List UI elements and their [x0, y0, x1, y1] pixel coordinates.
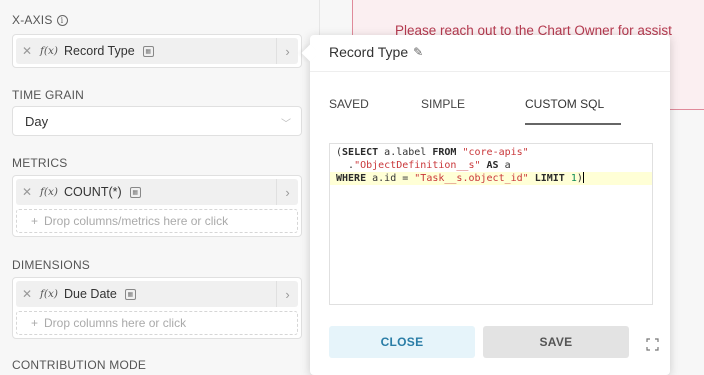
contribution-mode-label: CONTRIBUTION MODE — [12, 358, 147, 372]
function-icon: f(x) — [40, 186, 59, 198]
sql-keyword: AS — [486, 160, 499, 171]
save-button[interactable]: SAVE — [483, 326, 629, 358]
xaxis-label: X-AXIS i — [12, 13, 68, 27]
sql-line-2: ."ObjectDefinition__s" AS a — [330, 159, 652, 172]
sql-token: a.label — [378, 147, 433, 158]
sql-line-1: (SELECT a.label FROM "core-apis" — [330, 146, 652, 159]
chevron-down-icon: ﹀ — [281, 119, 291, 130]
tab-saved[interactable]: SAVED — [329, 97, 421, 125]
popover-title[interactable]: Record Type ✎ — [329, 44, 423, 60]
sql-keyword: SELECT — [342, 147, 379, 158]
column-type-icon: ▦ — [129, 186, 141, 198]
popover-tabs: SAVED SIMPLE CUSTOM SQL — [329, 97, 621, 125]
xaxis-label-text: X-AXIS — [12, 13, 53, 27]
column-edit-popover: Record Type ✎ SAVED SIMPLE CUSTOM SQL (S… — [310, 35, 670, 375]
sql-token: . — [336, 160, 355, 171]
sql-string: "core-apis" — [462, 147, 529, 158]
dimensions-drop-hint: Drop columns here or click — [44, 316, 187, 330]
tab-custom-sql[interactable]: CUSTOM SQL — [525, 97, 621, 125]
plus-icon: + — [31, 214, 39, 228]
time-grain-select[interactable]: Day ﹀ — [12, 106, 302, 136]
xaxis-item[interactable]: ✕ f(x) Record Type ▦ › — [16, 38, 298, 64]
chevron-right-icon[interactable]: › — [276, 281, 298, 307]
time-grain-label: TIME GRAIN — [12, 88, 85, 102]
metrics-drop-hint: Drop columns/metrics here or click — [44, 214, 229, 228]
text-cursor — [582, 172, 584, 183]
dimensions-label: DIMENSIONS — [12, 258, 91, 272]
close-icon[interactable]: ✕ — [16, 44, 38, 58]
metrics-control: ✕ f(x) COUNT(*) ▦ › + Drop columns/metri… — [12, 175, 302, 237]
control-panel: X-AXIS i ✕ f(x) Record Type ▦ › TIME GRAI… — [0, 0, 320, 375]
sql-token: a — [498, 160, 511, 171]
sql-keyword: FROM — [432, 147, 457, 158]
column-type-icon: ▦ — [142, 45, 154, 57]
pencil-icon[interactable]: ✎ — [413, 45, 423, 59]
sql-string: "ObjectDefinition__s" — [354, 160, 481, 171]
divider — [310, 71, 670, 72]
dimension-item[interactable]: ✕ f(x) Due Date ▦ › — [16, 281, 298, 307]
metrics-drop-zone[interactable]: + Drop columns/metrics here or click — [16, 209, 298, 233]
close-icon[interactable]: ✕ — [16, 287, 38, 301]
sql-line-3: WHERE a.id = "Task__s.object_id" LIMIT 1… — [330, 172, 652, 185]
column-type-icon: ▦ — [124, 288, 136, 300]
plus-icon: + — [31, 316, 39, 330]
sql-string: "Task__s.object_id" — [414, 173, 529, 184]
sql-keyword: WHERE — [336, 173, 367, 184]
xaxis-control: ✕ f(x) Record Type ▦ › — [12, 34, 302, 68]
sql-keyword: LIMIT — [534, 173, 565, 184]
info-icon[interactable]: i — [56, 15, 68, 27]
expand-icon[interactable] — [646, 338, 659, 351]
dimensions-drop-zone[interactable]: + Drop columns here or click — [16, 311, 298, 335]
close-icon[interactable]: ✕ — [16, 185, 38, 199]
function-icon: f(x) — [40, 288, 59, 300]
tab-simple[interactable]: SIMPLE — [421, 97, 525, 125]
popover-title-text: Record Type — [329, 44, 409, 60]
chevron-right-icon[interactable]: › — [276, 38, 298, 64]
function-icon: f(x) — [40, 45, 59, 57]
metrics-label: METRICS — [12, 156, 68, 170]
close-button[interactable]: CLOSE — [329, 326, 475, 358]
time-grain-value: Day — [25, 113, 49, 129]
dimensions-control: ✕ f(x) Due Date ▦ › + Drop columns here … — [12, 277, 302, 339]
chevron-right-icon[interactable]: › — [276, 179, 298, 205]
sql-editor[interactable]: (SELECT a.label FROM "core-apis" ."Objec… — [329, 143, 653, 305]
xaxis-item-label: Record Type — [64, 44, 135, 58]
metric-item[interactable]: ✕ f(x) COUNT(*) ▦ › — [16, 179, 298, 205]
dimension-item-label: Due Date — [64, 287, 117, 301]
sql-token: a.id = — [366, 173, 415, 184]
metric-item-label: COUNT(*) — [64, 185, 122, 199]
